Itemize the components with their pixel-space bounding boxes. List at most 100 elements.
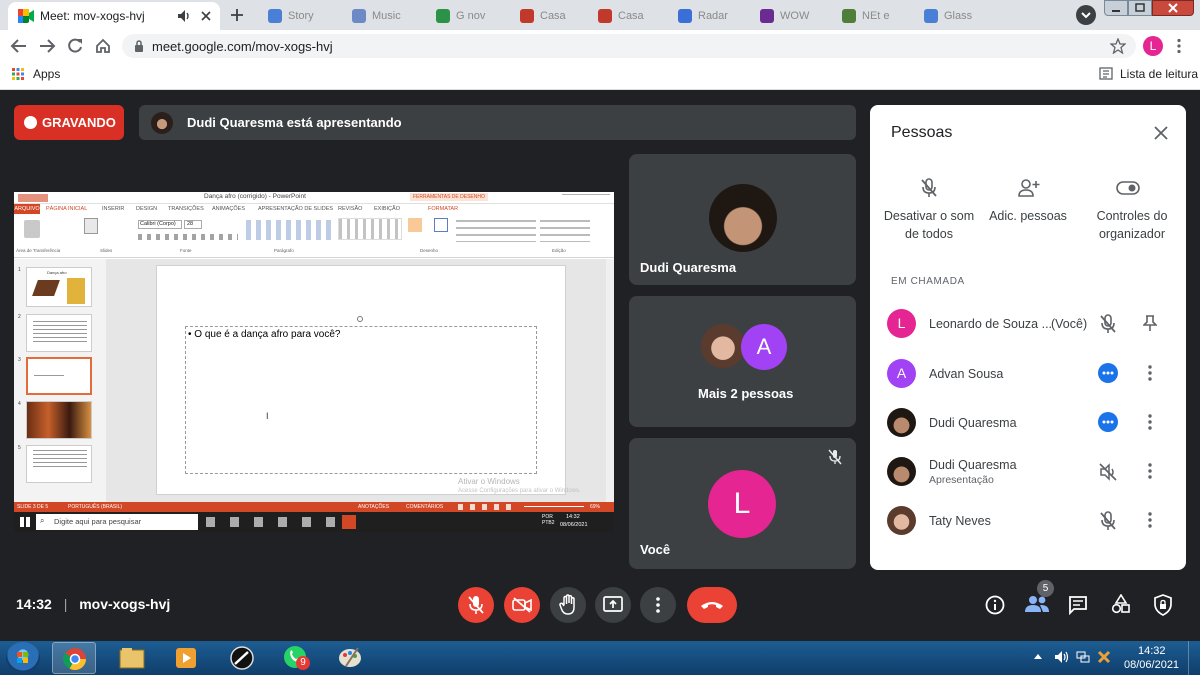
slide-thumb-5[interactable] <box>26 445 92 483</box>
background-tab[interactable]: NEt e <box>840 6 922 26</box>
slide-thumb-4[interactable] <box>26 401 92 439</box>
profile-avatar[interactable]: L <box>1143 36 1163 56</box>
status-notes[interactable]: ANOTAÇÕES <box>358 504 389 510</box>
add-people-button[interactable]: Adic. pessoas <box>982 177 1074 247</box>
slide-thumb-1[interactable]: Dança afro <box>26 267 92 307</box>
tile-dudi[interactable]: Dudi Quaresma <box>629 154 856 285</box>
background-tab[interactable]: Casa <box>596 6 678 26</box>
present-screen-button[interactable] <box>595 587 631 623</box>
slide-thumb-3-selected[interactable] <box>26 357 92 395</box>
shape-format-icon[interactable] <box>456 220 536 242</box>
raise-hand-button[interactable] <box>550 587 586 623</box>
new-slide-icon[interactable] <box>84 218 98 234</box>
arrange-icon[interactable] <box>408 218 422 232</box>
pin-icon[interactable] <box>1143 314 1157 332</box>
ppt-tab[interactable]: INSERIR <box>102 206 124 212</box>
menu-dots-icon[interactable] <box>1176 38 1182 54</box>
speaker-icon[interactable] <box>178 10 192 22</box>
mute-all-button[interactable]: Desativar o som de todos <box>882 177 976 247</box>
ppt-tab[interactable]: APRESENTAÇÃO DE SLIDES <box>258 206 333 212</box>
inner-start-icon[interactable] <box>20 517 30 527</box>
show-desktop-button[interactable] <box>1188 641 1200 675</box>
reading-list-icon[interactable] <box>1099 67 1113 80</box>
media-player-taskbar-icon[interactable] <box>164 642 208 674</box>
host-controls-icon[interactable] <box>1154 594 1172 616</box>
more-options-icon[interactable] <box>1148 512 1152 528</box>
shapes-gallery-icon[interactable] <box>338 218 402 240</box>
inner-taskbar-apps-icon[interactable] <box>206 517 356 527</box>
home-icon[interactable] <box>94 37 112 55</box>
apps-grid-icon[interactable] <box>12 68 24 80</box>
new-tab-icon[interactable] <box>228 6 246 24</box>
background-tab[interactable]: Radar <box>676 6 758 26</box>
volume-icon[interactable] <box>1055 651 1069 663</box>
paste-icon[interactable] <box>24 220 40 238</box>
background-tab[interactable]: G nov <box>434 6 516 26</box>
close-tab-icon[interactable] <box>200 10 212 22</box>
back-icon[interactable] <box>10 38 28 54</box>
status-comments[interactable]: COMENTÁRIOS <box>406 504 443 510</box>
view-buttons-icon[interactable] <box>458 504 518 510</box>
font-size-box[interactable]: 28 <box>184 220 202 229</box>
apps-link[interactable]: Apps <box>33 67 60 81</box>
close-panel-icon[interactable] <box>1154 126 1168 140</box>
meeting-details-icon[interactable] <box>985 595 1005 615</box>
whatsapp-taskbar-icon[interactable]: 9 <box>274 642 318 674</box>
paragraph-buttons-icon[interactable] <box>246 220 332 240</box>
start-orb-icon[interactable] <box>6 642 40 674</box>
camera-toggle-button[interactable] <box>504 587 540 623</box>
host-controls-button[interactable]: Controles do organizador <box>1082 177 1182 247</box>
slide-thumb-2[interactable] <box>26 314 92 352</box>
participant-row[interactable]: Dudi Quaresma Apresentação <box>870 447 1186 496</box>
ppt-tab-file[interactable]: ARQUIVO <box>14 204 40 214</box>
inner-search-box[interactable]: ⌕ Digite aqui para pesquisar <box>36 514 198 530</box>
ppt-tab[interactable]: EXIBIÇÃO <box>374 206 400 212</box>
paint-taskbar-icon[interactable] <box>328 642 372 674</box>
background-tab[interactable]: Casa <box>518 6 600 26</box>
bookmark-star-icon[interactable] <box>1110 38 1126 54</box>
minimize-icon[interactable] <box>1104 0 1128 16</box>
mic-off-icon[interactable] <box>1099 314 1117 334</box>
chat-icon[interactable] <box>1068 595 1088 615</box>
reading-list-link[interactable]: Lista de leitura <box>1120 67 1198 81</box>
chrome-taskbar-icon[interactable] <box>52 642 96 674</box>
activities-icon[interactable] <box>1111 594 1131 614</box>
close-window-icon[interactable] <box>1152 0 1194 16</box>
address-bar[interactable]: meet.google.com/mov-xogs-hvj <box>122 34 1136 58</box>
volume-off-icon[interactable] <box>1099 463 1117 481</box>
action-center-icon[interactable] <box>1097 650 1111 664</box>
more-options-icon[interactable] <box>1148 414 1152 430</box>
inner-powerpoint-icon[interactable] <box>342 515 356 529</box>
tab-meet-active[interactable]: Meet: mov-xogs-hvj <box>8 2 220 30</box>
app-taskbar-icon[interactable] <box>220 642 264 674</box>
ppt-tab[interactable]: FORMATAR <box>428 206 458 212</box>
tab-search-icon[interactable] <box>1076 5 1096 25</box>
background-tab[interactable]: Glass <box>922 6 1004 26</box>
explorer-taskbar-icon[interactable] <box>110 642 154 674</box>
quick-styles-icon[interactable] <box>434 218 448 232</box>
reload-icon[interactable] <box>66 37 84 55</box>
slide-canvas[interactable]: • O que é a dança afro para você? I <box>156 265 566 495</box>
ppt-tab[interactable]: ANIMAÇÕES <box>212 206 245 212</box>
mic-toggle-button[interactable] <box>458 587 494 623</box>
participant-row[interactable]: Dudi Quaresma <box>870 398 1186 447</box>
ppt-tab[interactable]: TRANSIÇÕES <box>168 206 204 212</box>
forward-icon[interactable] <box>38 38 56 54</box>
network-icon[interactable] <box>1076 651 1090 663</box>
tile-you[interactable]: L Você <box>629 438 856 569</box>
ppt-tab[interactable]: PÁGINA INICIAL <box>46 206 87 212</box>
ppt-tab[interactable]: DESIGN <box>136 206 157 212</box>
leave-call-button[interactable] <box>687 587 737 623</box>
lock-icon[interactable] <box>134 40 144 52</box>
tray-expand-icon[interactable] <box>1034 653 1042 659</box>
participant-row[interactable]: L Leonardo de Souza ... (Você) <box>870 299 1186 348</box>
recording-button[interactable]: GRAVANDO <box>14 105 124 140</box>
background-tab[interactable]: WOW <box>758 6 840 26</box>
background-tab[interactable]: Music <box>350 6 432 26</box>
more-options-icon[interactable] <box>1148 463 1152 479</box>
background-tab[interactable]: Story <box>266 6 348 26</box>
participant-row[interactable]: Taty Neves <box>870 496 1186 545</box>
format-buttons-icon[interactable] <box>138 234 238 240</box>
vertical-scrollbar[interactable] <box>606 259 614 502</box>
more-options-button[interactable] <box>640 587 676 623</box>
